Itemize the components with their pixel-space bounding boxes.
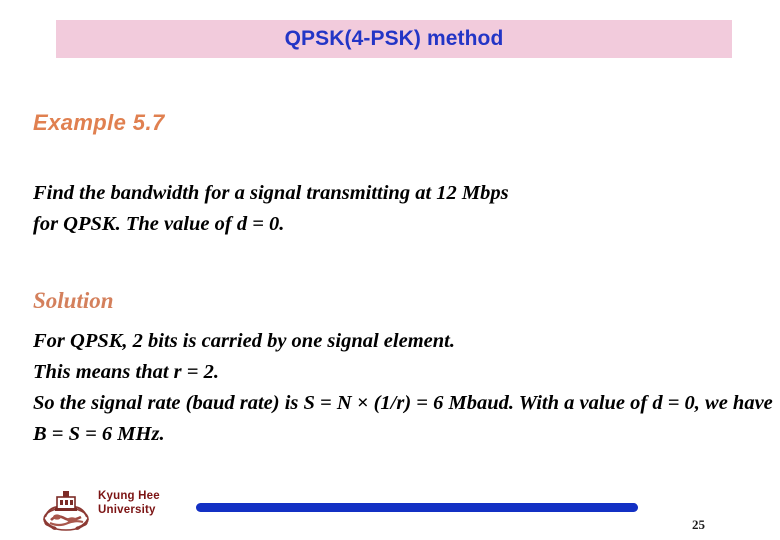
slide-canvas: QPSK(4-PSK) method Example 5.7 Find the … xyxy=(0,0,780,540)
university-name-line-2: University xyxy=(98,504,156,516)
solution-line-2: This means that r = 2. xyxy=(33,361,219,383)
question-paragraph: Find the bandwidth for a signal transmit… xyxy=(33,178,721,240)
question-line-1: Find the bandwidth for a signal transmit… xyxy=(33,182,509,204)
page-title: QPSK(4-PSK) method xyxy=(284,27,504,50)
kyung-hee-crest-icon xyxy=(41,489,91,535)
university-name: Kyung Hee University xyxy=(98,489,160,517)
footer-accent-bar xyxy=(196,503,638,512)
university-name-line-1: Kyung Hee xyxy=(98,490,160,502)
solution-heading: Solution xyxy=(33,288,114,313)
solution-line-1: For QPSK, 2 bits is carried by one signa… xyxy=(33,330,455,352)
solution-body: For QPSK, 2 bits is carried by one signa… xyxy=(33,326,775,450)
question-line-2: for QPSK. The value of d = 0. xyxy=(33,213,285,235)
solution-line-3: So the signal rate (baud rate) is S = N … xyxy=(33,392,773,445)
example-heading: Example 5.7 xyxy=(33,110,165,135)
page-number: 25 xyxy=(692,517,705,532)
